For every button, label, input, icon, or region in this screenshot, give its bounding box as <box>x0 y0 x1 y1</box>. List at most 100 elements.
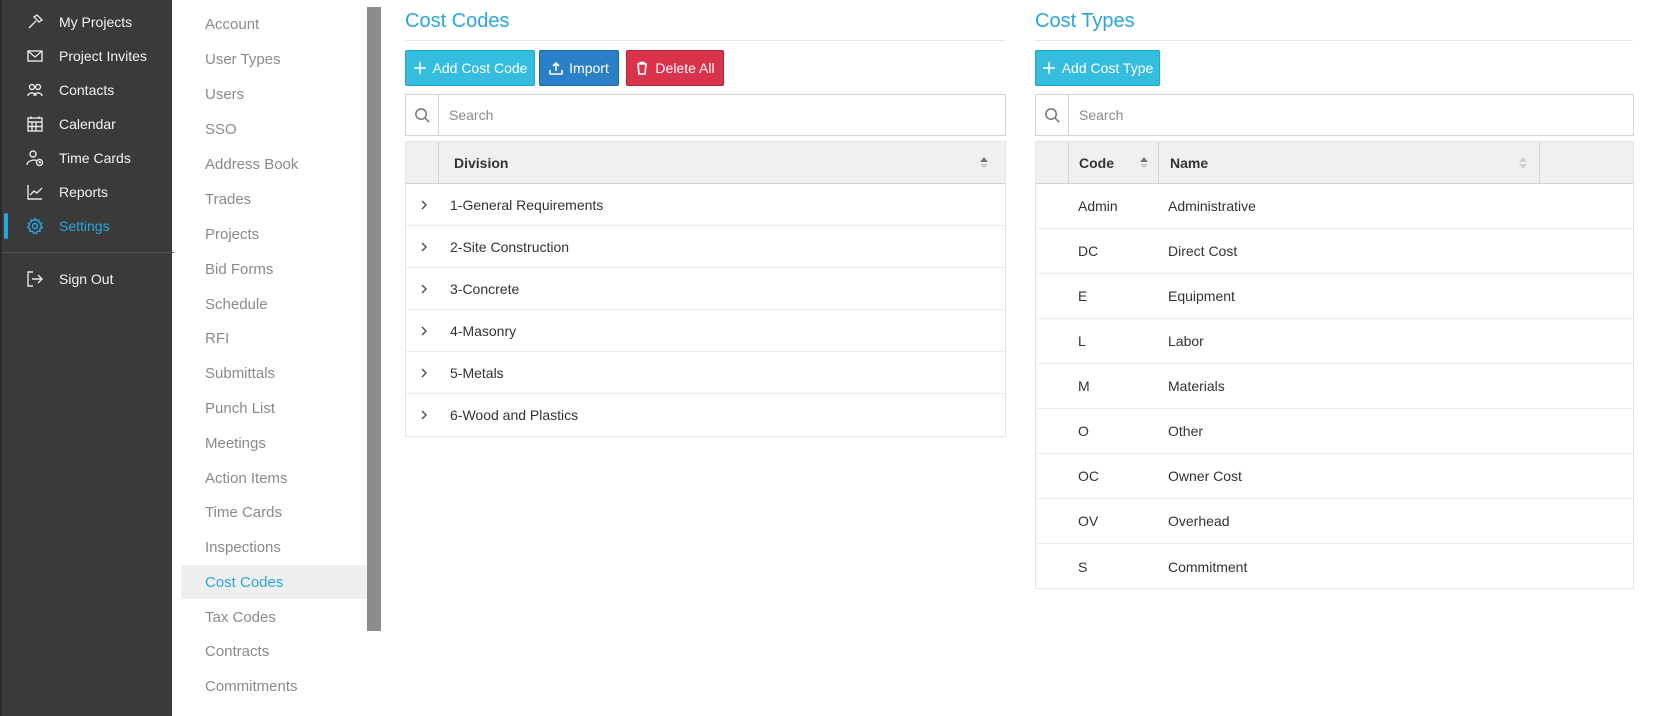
nav-label: Project Invites <box>59 48 147 64</box>
code-cell: OV <box>1078 513 1099 529</box>
settings-item-schedule[interactable]: Schedule <box>181 287 367 321</box>
nav-item-time-cards[interactable]: Time Cards <box>2 141 174 175</box>
name-cell: Overhead <box>1168 513 1230 529</box>
cost-types-rows: Admin Administrative DC Direct Cost E Eq… <box>1036 184 1633 589</box>
submenu-scrollbar[interactable] <box>367 7 381 631</box>
settings-item-trades[interactable]: Trades <box>181 182 367 216</box>
delete-all-button[interactable]: Delete All <box>626 50 724 86</box>
chevron-right-icon[interactable] <box>418 240 430 252</box>
division-header-label: Division <box>454 154 509 171</box>
nav-label: Reports <box>59 184 109 200</box>
settings-item-inspections[interactable]: Inspections <box>181 530 367 564</box>
cost-codes-search <box>405 94 1006 136</box>
settings-item-cost-codes[interactable]: Cost Codes <box>181 565 367 599</box>
cost-codes-search-input[interactable] <box>439 96 1005 134</box>
table-row[interactable]: 3-Concrete <box>406 268 1005 310</box>
code-column-header[interactable]: Code <box>1069 142 1159 183</box>
table-row[interactable]: 6-Wood and Plastics <box>406 394 1005 436</box>
table-row[interactable]: S Commitment <box>1036 544 1633 589</box>
cost-types-grid-header: Code Name <box>1036 142 1633 184</box>
name-cell: Labor <box>1168 333 1204 349</box>
name-cell: Administrative <box>1168 198 1256 214</box>
nav-label: My Projects <box>59 14 133 30</box>
settings-item-contracts[interactable]: Contracts <box>181 634 367 668</box>
people-icon <box>26 81 44 99</box>
import-button[interactable]: Import <box>539 50 619 86</box>
delete-all-label: Delete All <box>655 60 715 76</box>
settings-item-users[interactable]: Users <box>181 77 367 111</box>
person-clock-icon <box>26 149 44 167</box>
gear-icon <box>26 217 44 235</box>
division-cell: 6-Wood and Plastics <box>450 407 579 423</box>
settings-item-punch-list[interactable]: Punch List <box>181 391 367 425</box>
add-cost-type-button[interactable]: Add Cost Type <box>1035 50 1160 86</box>
envelope-icon <box>26 47 44 65</box>
settings-item-rfi[interactable]: RFI <box>181 321 367 355</box>
nav-label: Calendar <box>59 116 116 132</box>
settings-item-meetings[interactable]: Meetings <box>181 426 367 460</box>
plus-icon <box>1042 62 1055 74</box>
chevron-right-icon[interactable] <box>418 198 430 210</box>
nav-item-calendar[interactable]: Calendar <box>2 107 174 141</box>
expand-column-header <box>406 142 439 183</box>
code-cell: DC <box>1078 243 1099 259</box>
name-cell: Direct Cost <box>1168 243 1238 259</box>
name-cell: Other <box>1168 423 1204 439</box>
settings-item-tax-codes[interactable]: Tax Codes <box>181 600 367 634</box>
main-nav: My Projects Project Invites Contacts Cal… <box>0 0 174 716</box>
nav-item-settings[interactable]: Settings <box>2 209 174 243</box>
nav-item-project-invites[interactable]: Project Invites <box>2 39 174 73</box>
chevron-right-icon[interactable] <box>418 408 430 420</box>
sign-out-icon <box>26 270 44 288</box>
table-row[interactable]: DC Direct Cost <box>1036 229 1633 274</box>
code-cell: Admin <box>1078 198 1118 214</box>
cost-types-search-input[interactable] <box>1069 96 1633 134</box>
table-row[interactable]: 1-General Requirements <box>406 184 1005 226</box>
nav-label: Time Cards <box>59 150 131 166</box>
division-cell: 1-General Requirements <box>450 196 604 213</box>
cost-codes-title: Cost Codes <box>405 10 510 32</box>
cost-types-title: Cost Types <box>1035 10 1135 32</box>
nav-item-my-projects[interactable]: My Projects <box>2 5 174 39</box>
table-row[interactable]: 4-Masonry <box>406 310 1005 352</box>
cost-types-title-rule <box>1035 40 1633 41</box>
settings-item-sso[interactable]: SSO <box>181 112 367 146</box>
settings-item-time-cards[interactable]: Time Cards <box>181 495 367 529</box>
settings-item-action-items[interactable]: Action Items <box>181 461 367 495</box>
upload-icon <box>549 61 563 75</box>
nav-item-reports[interactable]: Reports <box>2 175 174 209</box>
settings-item-account[interactable]: Account <box>181 7 367 41</box>
code-cell: E <box>1078 288 1088 304</box>
table-row[interactable]: L Labor <box>1036 319 1633 364</box>
chevron-right-icon[interactable] <box>418 282 430 294</box>
chevron-right-icon[interactable] <box>418 366 430 378</box>
settings-item-user-types[interactable]: User Types <box>181 42 367 76</box>
table-row[interactable]: E Equipment <box>1036 274 1633 319</box>
table-row[interactable]: M Materials <box>1036 364 1633 409</box>
division-column-header[interactable]: Division <box>439 142 1005 183</box>
table-row[interactable]: OC Owner Cost <box>1036 454 1633 499</box>
settings-item-commitments[interactable]: Commitments <box>181 669 367 703</box>
settings-item-address-book[interactable]: Address Book <box>181 147 367 181</box>
settings-item-projects[interactable]: Projects <box>181 217 367 251</box>
table-row[interactable]: 2-Site Construction <box>406 226 1005 268</box>
nav-label: Sign Out <box>59 271 114 287</box>
hammer-icon <box>26 13 44 31</box>
cost-codes-grid: Division 1-General Requirements 2-Site C… <box>405 141 1006 437</box>
chevron-right-icon[interactable] <box>418 324 430 336</box>
nav-item-sign-out[interactable]: Sign Out <box>2 262 174 296</box>
cost-types-search <box>1035 94 1634 136</box>
add-cost-code-label: Add Cost Code <box>432 60 528 76</box>
nav-item-contacts[interactable]: Contacts <box>2 73 174 107</box>
division-cell: 2-Site Construction <box>450 238 570 255</box>
table-row[interactable]: Admin Administrative <box>1036 184 1633 229</box>
settings-item-submittals[interactable]: Submittals <box>181 356 367 390</box>
settings-item-bid-forms[interactable]: Bid Forms <box>181 252 367 286</box>
actions-column-header <box>1540 142 1633 183</box>
name-column-header[interactable]: Name <box>1159 142 1540 183</box>
line-chart-icon <box>26 183 44 201</box>
table-row[interactable]: O Other <box>1036 409 1633 454</box>
table-row[interactable]: 5-Metals <box>406 352 1005 394</box>
add-cost-code-button[interactable]: Add Cost Code <box>405 50 535 86</box>
table-row[interactable]: OV Overhead <box>1036 499 1633 544</box>
